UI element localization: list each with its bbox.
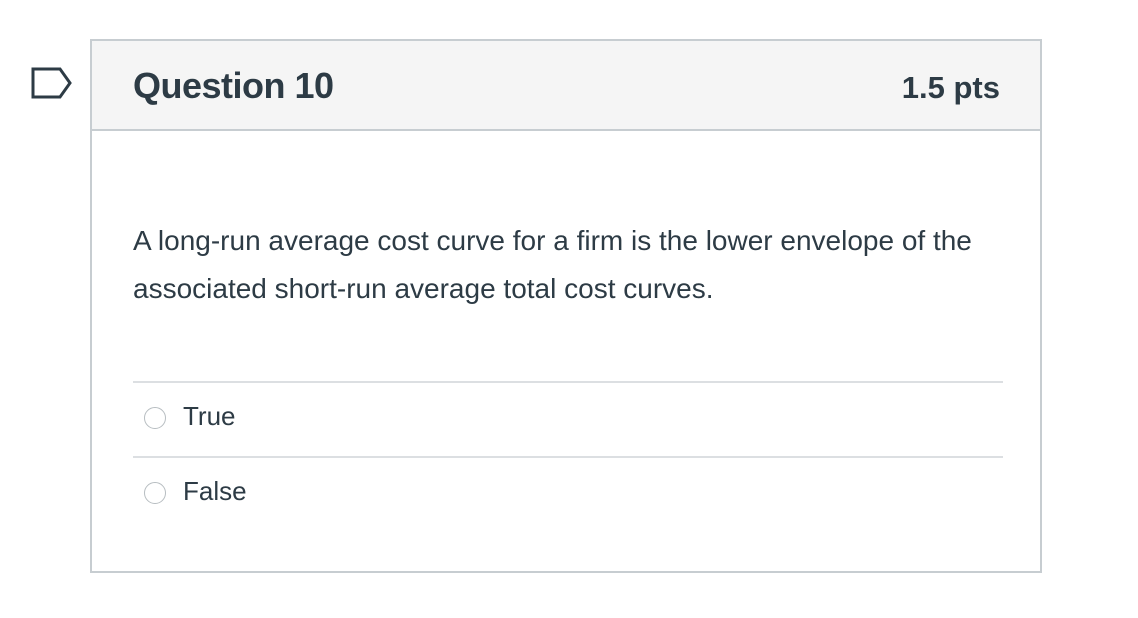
answer-list: True False bbox=[133, 381, 1003, 531]
radio-button-false[interactable] bbox=[144, 482, 166, 504]
answer-option-true[interactable]: True bbox=[133, 381, 1003, 456]
flag-question-icon[interactable] bbox=[30, 66, 74, 100]
answer-option-false[interactable]: False bbox=[133, 456, 1003, 531]
question-points: 1.5 pts bbox=[901, 70, 1000, 105]
answer-label-true[interactable]: True bbox=[183, 401, 236, 432]
question-text: A long-run average cost curve for a firm… bbox=[133, 225, 972, 304]
answer-label-false[interactable]: False bbox=[183, 476, 247, 507]
quiz-page: Question 10 1.5 pts A long-run average c… bbox=[0, 0, 1138, 618]
question-header: Question 10 1.5 pts bbox=[92, 41, 1040, 131]
question-card: Question 10 1.5 pts A long-run average c… bbox=[90, 39, 1042, 573]
radio-button-true[interactable] bbox=[144, 407, 166, 429]
question-title: Question 10 bbox=[133, 65, 334, 106]
